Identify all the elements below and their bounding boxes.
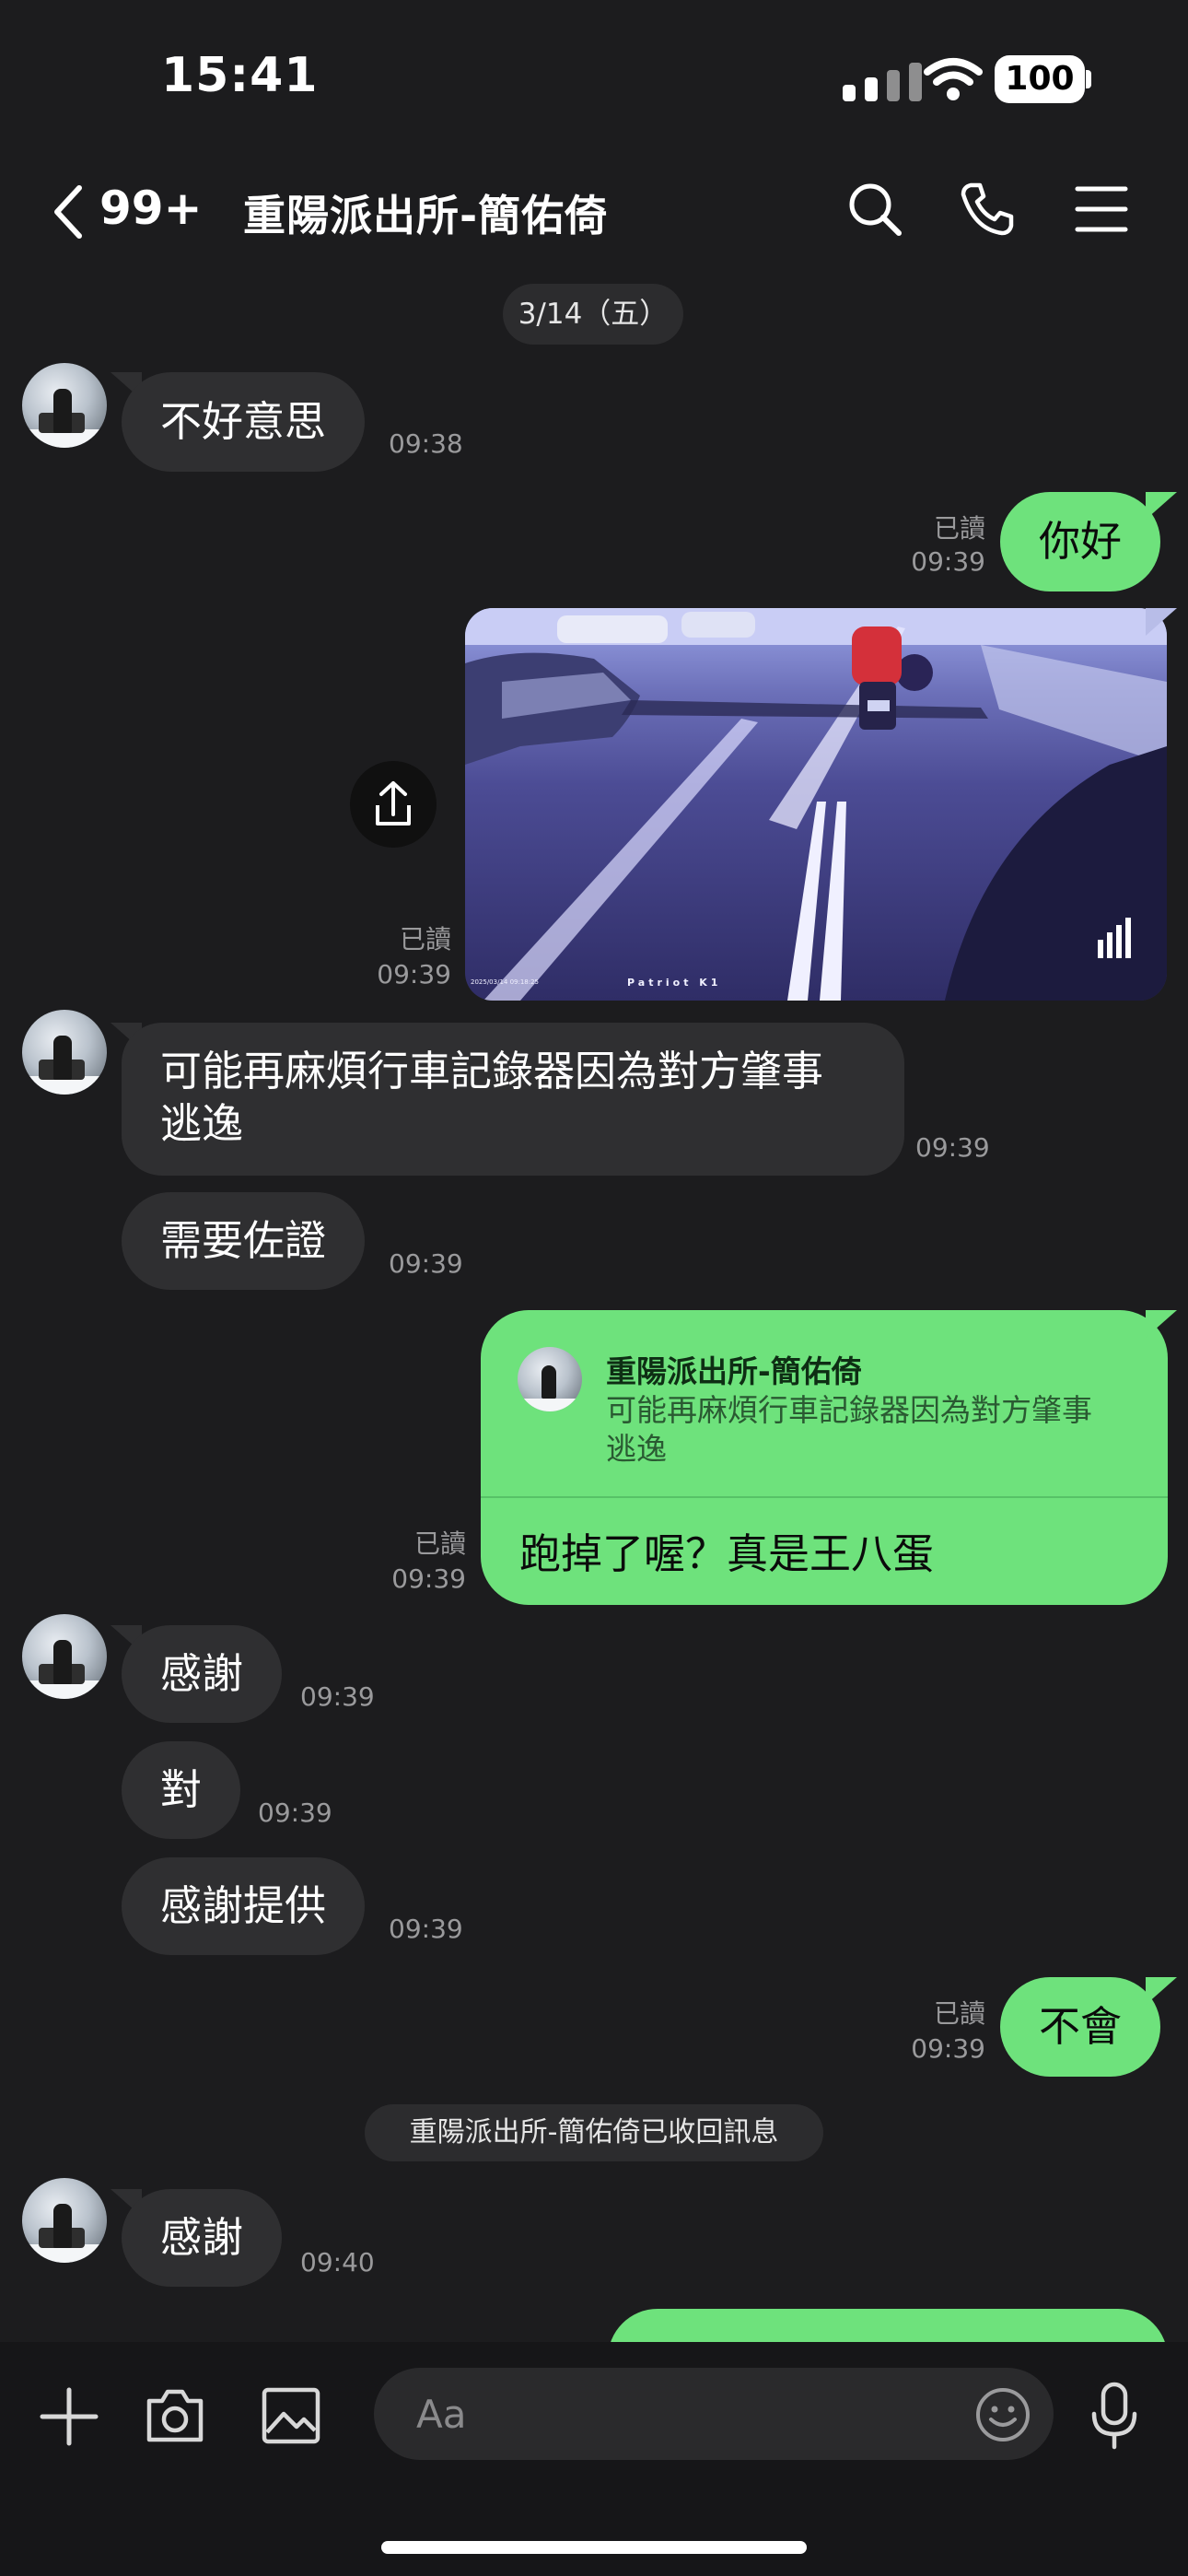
message-input[interactable]	[374, 2368, 1054, 2460]
back-chevron-icon[interactable]	[48, 182, 88, 241]
read-receipt: 已讀	[933, 513, 985, 544]
message-time: 09:39	[300, 1681, 375, 1712]
contact-avatar[interactable]	[22, 1010, 107, 1095]
message-time: 09:39	[258, 1797, 332, 1828]
read-receipt: 已讀	[399, 924, 451, 954]
message-text: 跑掉了喔？真是王八蛋	[519, 1529, 935, 1578]
message-bubble-incoming[interactable]: 不好意思	[122, 372, 366, 472]
wifi-icon	[924, 58, 983, 100]
cellular-signal-icon	[843, 61, 924, 101]
phone-call-icon[interactable]	[958, 180, 1017, 239]
reply-message-bubble[interactable]: 重陽派出所-簡佑倚 可能再麻煩行車記錄器因為對方肇事 逃逸 跑掉了喔？真是王八蛋	[481, 1310, 1168, 1605]
message-time: 09:39	[389, 1914, 463, 1944]
message-bubble-outgoing[interactable]: 不會	[1000, 1977, 1161, 2077]
bubble-tail	[1146, 492, 1177, 520]
battery-tip	[1086, 70, 1091, 88]
message-text: 逃逸	[160, 1099, 244, 1148]
quoted-text-line: 可能再麻煩行車記錄器因為對方肇事	[606, 1392, 1092, 1428]
message-time: 09:39	[377, 959, 451, 989]
camera-icon[interactable]	[144, 2384, 206, 2447]
quoted-message[interactable]: 重陽派出所-簡佑倚 可能再麻煩行車記錄器因為對方肇事 逃逸	[481, 1310, 1168, 1494]
chat-title[interactable]: 重陽派出所-簡佑倚	[243, 182, 608, 243]
quoted-sender: 重陽派出所-簡佑倚	[606, 1353, 862, 1389]
message-time: 09:39	[911, 546, 985, 577]
microphone-icon[interactable]	[1087, 2381, 1142, 2451]
unsent-notice: 重陽派出所-簡佑倚已收回訊息	[365, 2104, 823, 2161]
emoji-icon[interactable]	[974, 2386, 1031, 2443]
contact-avatar[interactable]	[22, 1614, 107, 1699]
share-button[interactable]	[350, 761, 437, 848]
quoted-text-line: 逃逸	[606, 1431, 667, 1467]
message-time: 09:39	[911, 2033, 985, 2064]
contact-avatar[interactable]	[22, 363, 107, 448]
contact-avatar[interactable]	[22, 2178, 107, 2263]
gallery-icon[interactable]	[260, 2384, 322, 2447]
message-bubble-incoming[interactable]: 感謝	[122, 2189, 283, 2287]
message-bubble-incoming[interactable]: 感謝提供	[122, 1857, 366, 1955]
bubble-tail	[1146, 1977, 1177, 2005]
message-bubble-outgoing[interactable]: 你好	[1000, 492, 1161, 591]
share-icon	[376, 781, 411, 825]
message-time: 09:39	[915, 1132, 990, 1163]
search-icon[interactable]	[845, 180, 904, 239]
quoted-text: 可能再麻煩行車記錄器因為對方肇事 逃逸	[606, 1391, 1092, 1469]
message-bubble-incoming[interactable]: 可能再麻煩行車記錄器因為對方肇事 逃逸	[122, 1023, 904, 1176]
read-receipt: 已讀	[933, 1998, 985, 2029]
dashcam-brand: Patriot K1	[627, 977, 722, 989]
menu-icon[interactable]	[1072, 180, 1131, 239]
plus-icon[interactable]	[39, 2386, 99, 2447]
home-indicator	[381, 2541, 807, 2554]
message-bubble-incoming[interactable]: 對	[122, 1741, 241, 1839]
message-text: 可能再麻煩行車記錄器因為對方肇事	[160, 1047, 824, 1095]
message-time: 09:39	[389, 1248, 463, 1279]
message-bubble-incoming[interactable]: 感謝	[122, 1625, 283, 1723]
dashcam-timestamp: 2025/03/14 09:18:25	[471, 978, 540, 986]
message-time: 09:40	[300, 2247, 375, 2277]
battery-indicator: 100	[995, 55, 1085, 103]
message-time: 09:39	[391, 1563, 466, 1594]
status-time: 15:41	[161, 48, 319, 103]
read-receipt: 已讀	[413, 1528, 466, 1559]
dashcam-scene	[465, 608, 1167, 1001]
dashcam-photo[interactable]: Patriot K1 2025/03/14 09:18:25	[465, 608, 1167, 1001]
message-bubble-incoming[interactable]: 需要佐證	[122, 1192, 366, 1290]
unread-count[interactable]: 99+	[99, 181, 202, 235]
quoted-avatar	[518, 1347, 582, 1411]
message-time: 09:38	[389, 428, 463, 459]
date-divider: 3/14（五）	[503, 284, 683, 345]
message-input-placeholder: Aa	[416, 2392, 467, 2437]
reply-divider	[481, 1496, 1168, 1498]
